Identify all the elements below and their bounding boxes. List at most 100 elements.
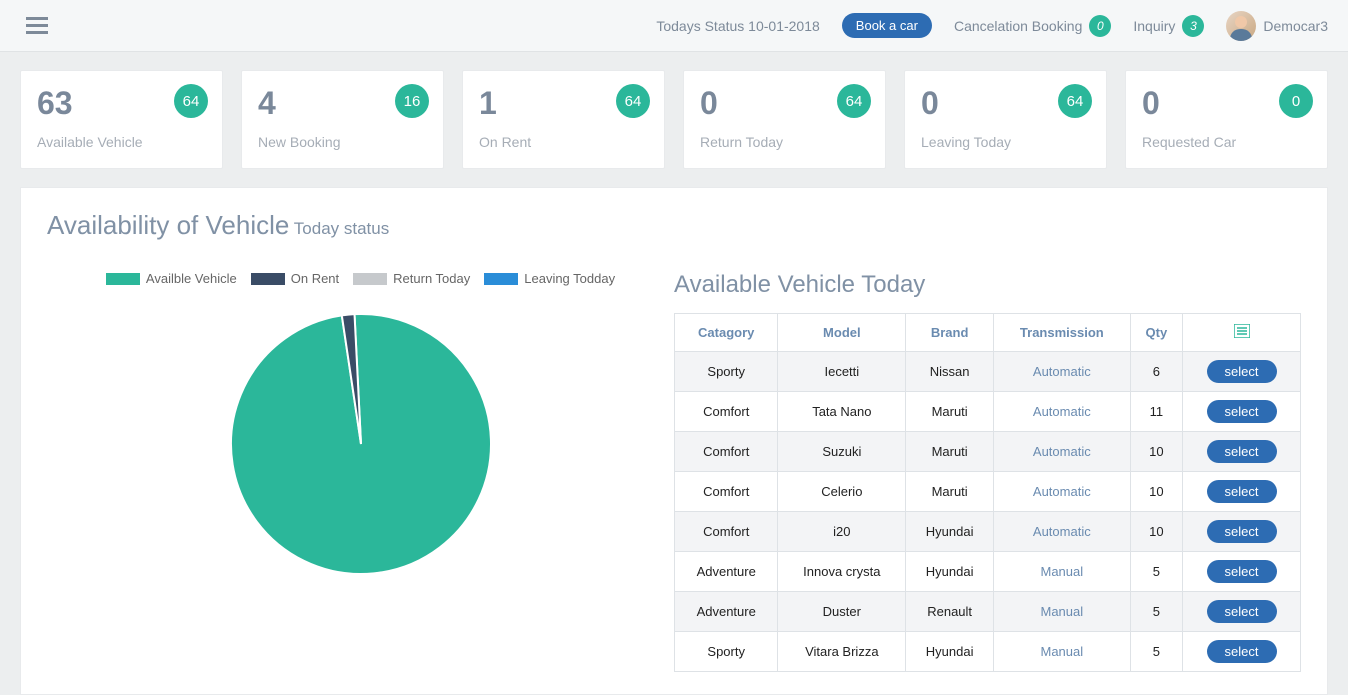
cancelation-label: Cancelation Booking	[954, 18, 1082, 34]
transmission-link[interactable]: Manual	[1041, 604, 1084, 619]
status-text: Todays Status 10-01-2018	[656, 18, 819, 34]
cell-qty: 10	[1130, 512, 1182, 552]
table-header[interactable]: Transmission	[993, 314, 1130, 352]
cell-model: Vitara Brizza	[778, 632, 906, 672]
chart-legend: Availble Vehicle On Rent Return Today Leavi…	[47, 271, 674, 286]
table-header[interactable]: Model	[778, 314, 906, 352]
legend-label: Return Today	[393, 271, 470, 286]
stat-card[interactable]: 0Leaving Today64	[904, 70, 1107, 169]
panel-title: Availability of Vehicle	[47, 210, 289, 240]
table-header[interactable]	[1183, 314, 1301, 352]
legend-item[interactable]: On Rent	[251, 271, 339, 286]
stat-label: Leaving Today	[921, 134, 1090, 150]
table-row: Comforti20Hyundai Automatic 10 select	[675, 512, 1301, 552]
cell-qty: 5	[1130, 592, 1182, 632]
cell-category: Comfort	[675, 432, 778, 472]
select-button[interactable]: select	[1207, 560, 1277, 583]
cell-category: Comfort	[675, 392, 778, 432]
stat-badge: 16	[395, 84, 429, 118]
cell-category: Adventure	[675, 592, 778, 632]
cell-action: select	[1183, 392, 1301, 432]
cell-action: select	[1183, 512, 1301, 552]
main-panel: Availability of Vehicle Today status Ava…	[20, 187, 1328, 695]
inquiry-link[interactable]: Inquiry 3	[1133, 15, 1204, 37]
stat-card[interactable]: 1On Rent64	[462, 70, 665, 169]
cell-action: select	[1183, 632, 1301, 672]
table-header[interactable]: Qty	[1130, 314, 1182, 352]
cell-model: i20	[778, 512, 906, 552]
cell-model: Suzuki	[778, 432, 906, 472]
select-button[interactable]: select	[1207, 600, 1277, 623]
cell-category: Adventure	[675, 552, 778, 592]
stat-card[interactable]: 4New Booking16	[241, 70, 444, 169]
transmission-link[interactable]: Automatic	[1033, 404, 1091, 419]
cell-action: select	[1183, 472, 1301, 512]
cell-qty: 10	[1130, 472, 1182, 512]
select-button[interactable]: select	[1207, 480, 1277, 503]
cell-transmission: Manual	[993, 592, 1130, 632]
list-icon	[1234, 326, 1250, 341]
transmission-link[interactable]: Automatic	[1033, 484, 1091, 499]
table-header[interactable]: Catagory	[675, 314, 778, 352]
cell-category: Sporty	[675, 632, 778, 672]
transmission-link[interactable]: Automatic	[1033, 444, 1091, 459]
select-button[interactable]: select	[1207, 440, 1277, 463]
cell-brand: Hyundai	[906, 512, 994, 552]
cell-transmission: Automatic	[993, 352, 1130, 392]
stat-label: Available Vehicle	[37, 134, 206, 150]
stat-badge: 64	[174, 84, 208, 118]
legend-swatch	[484, 273, 518, 285]
table-row: ComfortSuzukiMarutiAutomatic10select	[675, 432, 1301, 472]
select-button[interactable]: select	[1207, 400, 1277, 423]
cell-brand: Nissan	[906, 352, 994, 392]
legend-item[interactable]: Leaving Todday	[484, 271, 615, 286]
legend-item[interactable]: Return Today	[353, 271, 470, 286]
stat-badge: 64	[1058, 84, 1092, 118]
transmission-link[interactable]: Manual	[1041, 644, 1084, 659]
stat-card[interactable]: 0Requested Car0	[1125, 70, 1328, 169]
transmission-link[interactable]: Manual	[1041, 564, 1084, 579]
table-header[interactable]: Brand	[906, 314, 994, 352]
cell-category: Comfort	[675, 472, 778, 512]
cell-model: Celerio	[778, 472, 906, 512]
table-row: ComfortCelerioMaruti Automatic 10 select	[675, 472, 1301, 512]
legend-item[interactable]: Availble Vehicle	[106, 271, 237, 286]
table-row: ComfortTata NanoMarutiAutomatic11select	[675, 392, 1301, 432]
select-button[interactable]: select	[1207, 360, 1277, 383]
book-car-button[interactable]: Book a car	[842, 13, 932, 38]
stat-card[interactable]: 63Available Vehicle64	[20, 70, 223, 169]
cell-qty: 5	[1130, 552, 1182, 592]
select-button[interactable]: select	[1207, 520, 1277, 543]
cell-qty: 10	[1130, 432, 1182, 472]
legend-label: Leaving Todday	[524, 271, 615, 286]
cell-brand: Maruti	[906, 472, 994, 512]
cell-transmission: Manual	[993, 552, 1130, 592]
transmission-link[interactable]: Automatic	[1033, 364, 1091, 379]
table-row: AdventureInnova crystaHyundai Manual 5 sele…	[675, 552, 1301, 592]
cell-transmission: Automatic	[993, 472, 1130, 512]
cell-model: Innova crysta	[778, 552, 906, 592]
cell-model: Tata Nano	[778, 392, 906, 432]
table-row: AdventureDusterRenaultManual5select	[675, 592, 1301, 632]
topbar: Todays Status 10-01-2018 Book a car Canc…	[0, 0, 1348, 52]
chart-area: Availble Vehicle On Rent Return Today Leavi…	[47, 271, 674, 672]
user-menu[interactable]: Democar3	[1226, 11, 1328, 41]
cell-brand: Maruti	[906, 392, 994, 432]
stat-badge: 64	[616, 84, 650, 118]
legend-swatch	[353, 273, 387, 285]
cell-action: select	[1183, 552, 1301, 592]
stat-label: On Rent	[479, 134, 648, 150]
menu-icon[interactable]	[20, 11, 54, 41]
cell-transmission: Manual	[993, 632, 1130, 672]
cell-action: select	[1183, 592, 1301, 632]
stats-row: 63Available Vehicle644New Booking161On R…	[0, 52, 1348, 169]
cell-model: Iecetti	[778, 352, 906, 392]
cell-brand: Hyundai	[906, 552, 994, 592]
cell-category: Comfort	[675, 512, 778, 552]
cell-transmission: Automatic	[993, 432, 1130, 472]
transmission-link[interactable]: Automatic	[1033, 524, 1091, 539]
select-button[interactable]: select	[1207, 640, 1277, 663]
cancelation-booking-link[interactable]: Cancelation Booking 0	[954, 15, 1111, 37]
stat-card[interactable]: 0Return Today64	[683, 70, 886, 169]
legend-swatch	[251, 273, 285, 285]
